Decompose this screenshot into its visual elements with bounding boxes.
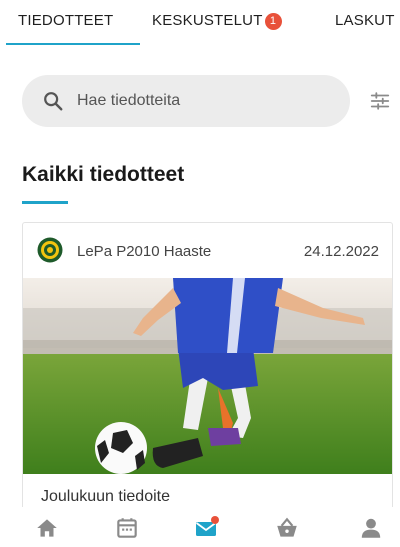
tab-label: LASKUT — [335, 12, 395, 29]
user-icon[interactable] — [358, 515, 384, 541]
bottom-navigation — [0, 507, 400, 547]
basket-icon[interactable] — [274, 515, 300, 541]
unread-badge: 1 — [264, 13, 282, 30]
card-date: 24.12.2022 — [303, 243, 379, 260]
notification-dot — [211, 516, 219, 524]
home-icon[interactable] — [34, 515, 60, 541]
club-name: LePa P2010 Haaste — [77, 243, 212, 260]
mail-icon[interactable] — [194, 515, 220, 541]
tab-keskustelut[interactable]: KESKUSTELUT 1 — [152, 12, 282, 46]
filter-icon[interactable] — [369, 90, 391, 112]
tab-label: TIEDOTTEET — [18, 12, 114, 29]
card-title: Joulukuun tiedoite — [41, 488, 170, 505]
search-icon — [44, 92, 63, 111]
tab-laskut[interactable]: LASKUT — [335, 12, 395, 46]
search-input[interactable] — [77, 75, 337, 127]
calendar-icon[interactable] — [114, 515, 140, 541]
soccer-player-image — [23, 278, 392, 474]
search-bar[interactable] — [22, 75, 350, 127]
club-logo-icon — [37, 237, 63, 263]
section-title-underline — [22, 201, 68, 204]
active-tab-indicator — [6, 43, 140, 45]
tab-bar: TIEDOTTEET KESKUSTELUT 1 LASKUT — [0, 0, 400, 46]
section-title: Kaikki tiedotteet — [22, 163, 185, 186]
announcement-card[interactable]: LePa P2010 Haaste 24.12.2022 Joulukuun t… — [22, 222, 393, 522]
tab-label: KESKUSTELUT — [152, 12, 263, 29]
tab-tiedotteet[interactable]: TIEDOTTEET — [18, 12, 113, 46]
